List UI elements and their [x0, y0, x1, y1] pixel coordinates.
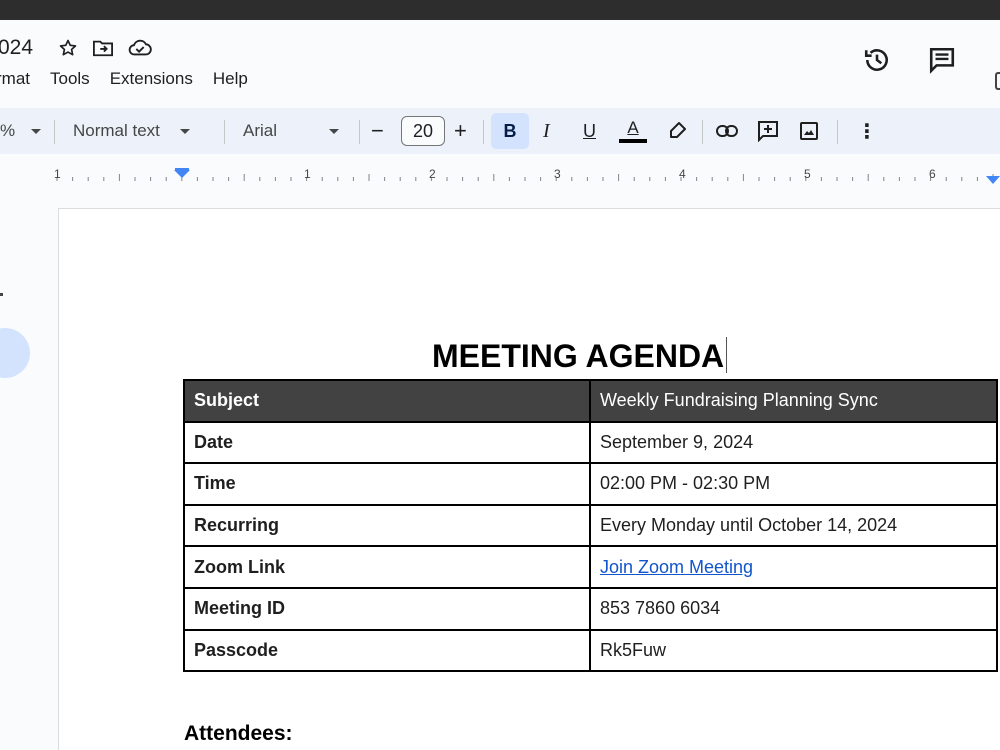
- ruler-label: 4: [679, 167, 686, 181]
- version-history-icon[interactable]: [862, 46, 892, 79]
- increase-font-size-button[interactable]: +: [454, 108, 467, 154]
- star-icon[interactable]: [58, 38, 78, 58]
- toolbar-divider: [837, 120, 838, 144]
- left-indent-marker[interactable]: [174, 170, 190, 178]
- insert-image-icon[interactable]: [800, 108, 818, 154]
- table-cell-key[interactable]: Zoom Link: [183, 545, 591, 589]
- decrease-font-size-button[interactable]: −: [371, 108, 384, 154]
- toolbar-divider: [702, 120, 703, 144]
- menu-extensions[interactable]: Extensions: [100, 69, 203, 89]
- first-line-indent-marker[interactable]: [175, 168, 189, 171]
- header-right-icons: [862, 46, 956, 79]
- italic-button[interactable]: I: [543, 108, 550, 154]
- menu-bar: rmat Tools Extensions Help: [0, 69, 258, 89]
- ruler-label: 3: [554, 167, 561, 181]
- table-cell-key[interactable]: Subject: [183, 379, 591, 423]
- toolbar-divider: [483, 120, 484, 144]
- chevron-down-icon: [329, 128, 340, 134]
- formatting-toolbar: % Normal text Arial − 20 + B I U A ⋮: [0, 108, 1000, 154]
- table-row: Passcode Rk5Fuw: [183, 628, 998, 673]
- table-row: Subject Weekly Fundraising Planning Sync: [183, 379, 998, 423]
- meet-icon[interactable]: [995, 72, 1000, 90]
- table-cell-key[interactable]: Date: [183, 420, 591, 465]
- table-row: Recurring Every Monday until October 14, …: [183, 503, 998, 548]
- document-title[interactable]: 024: [0, 36, 33, 60]
- ruler-label: 6: [929, 167, 936, 181]
- ruler-label: 1: [54, 167, 61, 181]
- ruler-ticks: [56, 168, 1000, 184]
- menu-help[interactable]: Help: [203, 69, 258, 89]
- document-heading[interactable]: MEETING AGENDA: [432, 337, 728, 375]
- chevron-down-icon: [179, 128, 190, 134]
- ruler-label: 2: [429, 167, 436, 181]
- table-cell-value[interactable]: 02:00 PM - 02:30 PM: [589, 462, 998, 506]
- move-to-folder-icon[interactable]: [92, 38, 114, 58]
- zoom-select[interactable]: %: [0, 108, 42, 154]
- add-comment-icon[interactable]: [757, 108, 779, 154]
- agenda-table[interactable]: Subject Weekly Fundraising Planning Sync D…: [183, 379, 998, 673]
- table-cell-key[interactable]: Recurring: [183, 503, 591, 548]
- paragraph-style-select[interactable]: Normal text: [73, 108, 190, 154]
- underline-button[interactable]: U: [583, 108, 596, 154]
- table-row: Time 02:00 PM - 02:30 PM: [183, 462, 998, 506]
- menu-format[interactable]: rmat: [0, 69, 40, 89]
- right-indent-marker[interactable]: [986, 176, 1000, 184]
- outline-marker: [0, 293, 3, 296]
- table-cell-value[interactable]: September 9, 2024: [589, 420, 998, 465]
- ruler-label: 5: [804, 167, 811, 181]
- comments-icon[interactable]: [928, 46, 956, 79]
- cloud-saved-icon[interactable]: [128, 38, 152, 58]
- zoom-meeting-link[interactable]: Join Zoom Meeting: [600, 557, 753, 577]
- toolbar-divider: [54, 120, 55, 144]
- text-color-button[interactable]: A: [619, 108, 647, 154]
- text-cursor: [726, 337, 728, 373]
- document-outline-panel: [0, 188, 58, 750]
- table-cell-value[interactable]: Weekly Fundraising Planning Sync: [589, 379, 998, 423]
- table-row: Zoom Link Join Zoom Meeting: [183, 545, 998, 589]
- table-cell-key[interactable]: Meeting ID: [183, 586, 591, 631]
- table-row: Meeting ID 853 7860 6034: [183, 586, 998, 631]
- font-size-input[interactable]: 20: [401, 116, 445, 146]
- text-color-swatch: [619, 138, 647, 143]
- table-cell-value[interactable]: Join Zoom Meeting: [589, 545, 998, 589]
- outline-toggle-button[interactable]: [0, 328, 30, 378]
- menu-tools[interactable]: Tools: [40, 69, 100, 89]
- attendees-heading[interactable]: Attendees:: [184, 722, 293, 746]
- toolbar-divider: [359, 120, 360, 144]
- chevron-down-icon: [31, 128, 42, 134]
- highlight-icon[interactable]: [667, 108, 687, 154]
- table-row: Date September 9, 2024: [183, 420, 998, 465]
- more-options-icon[interactable]: ⋮: [857, 108, 877, 154]
- title-bar: 024 rmat Tools Extensions Help: [0, 20, 1000, 108]
- ruler-label: 1: [304, 167, 311, 181]
- window-top-bar: [0, 0, 1000, 20]
- insert-link-icon[interactable]: [716, 108, 738, 154]
- table-cell-key[interactable]: Passcode: [183, 628, 591, 673]
- table-cell-value[interactable]: 853 7860 6034: [589, 586, 998, 631]
- table-cell-value[interactable]: Every Monday until October 14, 2024: [589, 503, 998, 548]
- table-cell-key[interactable]: Time: [183, 462, 591, 506]
- horizontal-ruler[interactable]: 1 1 2 3 4 5 6: [0, 158, 1000, 188]
- title-icons: [58, 38, 152, 58]
- toolbar-divider: [224, 120, 225, 144]
- table-cell-value[interactable]: Rk5Fuw: [589, 628, 998, 673]
- bold-button[interactable]: B: [491, 113, 529, 149]
- font-family-select[interactable]: Arial: [243, 108, 340, 154]
